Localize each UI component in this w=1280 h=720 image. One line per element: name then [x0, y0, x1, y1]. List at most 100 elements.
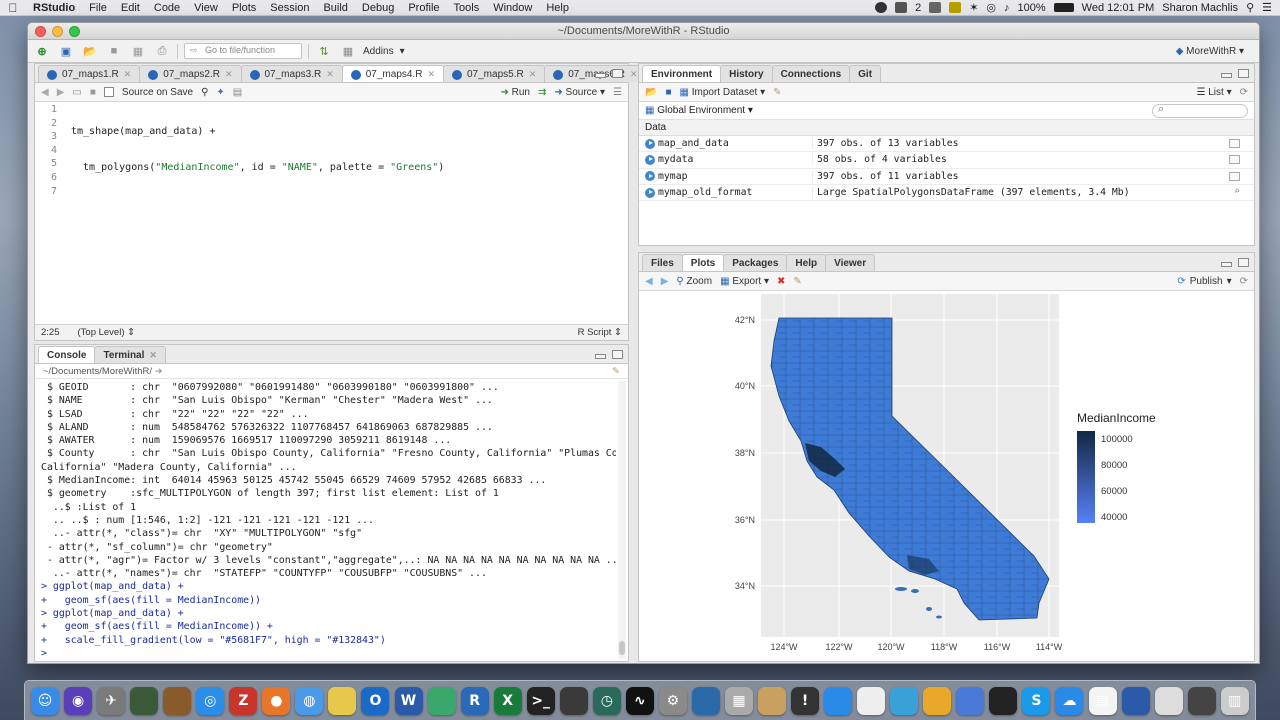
pane-layout-icon[interactable]: ▦	[339, 43, 357, 59]
bluetooth-icon[interactable]: ✶	[969, 1, 978, 14]
tab-console[interactable]: Console	[38, 346, 96, 363]
app-icon[interactable]	[890, 686, 919, 715]
menu-code[interactable]: Code	[147, 2, 187, 14]
trash-icon[interactable]: ▥	[1220, 686, 1249, 715]
menu-view[interactable]: View	[187, 2, 225, 14]
tab-files[interactable]: Files	[642, 254, 683, 271]
activity-icon[interactable]: ∿	[625, 686, 654, 715]
minimize-window-button[interactable]	[52, 25, 63, 37]
app-icon[interactable]	[824, 686, 853, 715]
vcs-icon[interactable]: ⇅	[315, 43, 333, 59]
notification-center-icon[interactable]: ☰	[1262, 1, 1272, 14]
expand-icon[interactable]	[645, 154, 655, 165]
close-icon[interactable]: ✕	[225, 69, 233, 82]
app-icon[interactable]	[1121, 686, 1150, 715]
menu-tools[interactable]: Tools	[447, 2, 487, 14]
menu-build[interactable]: Build	[316, 2, 354, 14]
onedrive-icon[interactable]: ☁	[1055, 686, 1084, 715]
menu-plots[interactable]: Plots	[225, 2, 263, 14]
finder-icon[interactable]: ☺	[31, 686, 59, 715]
close-icon[interactable]: ✕	[326, 69, 334, 82]
app-icon[interactable]	[989, 686, 1018, 715]
app-icon[interactable]	[559, 686, 588, 715]
scope-menu[interactable]: ▦ Global Environment ▾	[645, 105, 753, 116]
save-all-icon[interactable]: ▦	[129, 43, 147, 59]
refresh-icon[interactable]: ⟳	[1240, 276, 1248, 287]
view-mode-menu[interactable]: ☰ List ▾	[1196, 87, 1231, 98]
back-arrow-icon[interactable]: ◀	[41, 87, 49, 98]
filezilla-icon[interactable]: Z	[229, 686, 258, 715]
wifi-icon[interactable]: ◎	[986, 1, 996, 14]
compile-report-icon[interactable]: ▤	[233, 87, 242, 98]
chevron-down-icon[interactable]: ▾	[400, 46, 405, 57]
project-menu[interactable]: ◆ MoreWithR ▾	[1176, 46, 1254, 57]
menu-help[interactable]: Help	[539, 2, 576, 14]
menu-profile[interactable]: Profile	[401, 2, 446, 14]
environment-row[interactable]: mymap 397 obs. of 11 variables	[639, 169, 1254, 185]
close-icon[interactable]: ✕	[124, 69, 132, 82]
addins-menu[interactable]: Addins	[363, 46, 394, 57]
app-icon[interactable]	[328, 686, 357, 715]
save-icon[interactable]: ■	[105, 43, 123, 59]
tab-history[interactable]: History	[720, 65, 773, 82]
scroll-thumb[interactable]	[619, 641, 625, 655]
console-output[interactable]: $ GEOID : chr "0607992080" "0601991480" …	[35, 381, 616, 661]
tab-git[interactable]: Git	[849, 65, 882, 82]
code-editor[interactable]: 1 2 3 4 5 6 7 tm_shape(map_and_data) + t…	[35, 103, 628, 324]
run-button[interactable]: ➜ Run	[500, 87, 530, 98]
grid-icon[interactable]	[1229, 155, 1240, 165]
menu-app[interactable]: RStudio	[26, 2, 82, 14]
calculator-icon[interactable]: ▦	[724, 686, 753, 715]
minimize-pane-button[interactable]	[595, 354, 606, 359]
magic-wand-icon[interactable]: ✦	[216, 87, 224, 98]
tab-editor-file-active[interactable]: 07_maps4.R ✕	[341, 65, 444, 82]
show-in-window-icon[interactable]: ▭	[72, 87, 81, 98]
tab-editor-file[interactable]: 07_maps5.R ✕	[443, 65, 546, 82]
close-icon[interactable]: ✕	[529, 69, 537, 82]
zoom-window-button[interactable]	[69, 25, 80, 37]
environment-row[interactable]: map_and_data 397 obs. of 13 variables	[639, 136, 1254, 153]
menu-file[interactable]: File	[82, 2, 114, 14]
tab-editor-file[interactable]: 07_maps2.R ✕	[139, 65, 242, 82]
minimize-pane-button[interactable]	[1221, 73, 1232, 78]
maximize-pane-button[interactable]	[1238, 258, 1249, 267]
firefox-icon[interactable]: ●	[262, 686, 291, 715]
publish-button[interactable]: ⟳ Publish ▾	[1177, 276, 1231, 287]
console-icon[interactable]: !	[791, 686, 820, 715]
app-icon[interactable]	[956, 686, 985, 715]
zoom-button[interactable]: ⚲ Zoom	[676, 276, 712, 287]
scope-menu[interactable]: (Top Level) ⇕	[78, 327, 136, 338]
rstudio-icon[interactable]: R	[460, 686, 489, 715]
broom-icon[interactable]: ✎	[793, 276, 801, 287]
expand-icon[interactable]	[645, 138, 655, 149]
battery-percent[interactable]: 100%	[1018, 2, 1046, 14]
search-icon[interactable]: ⚲	[201, 87, 208, 98]
open-file-icon[interactable]: 📂	[81, 43, 99, 59]
maximize-pane-button[interactable]	[1238, 69, 1249, 78]
broom-icon[interactable]: ✎	[612, 366, 620, 377]
dropbox-icon[interactable]	[895, 2, 908, 13]
tab-viewer[interactable]: Viewer	[825, 254, 876, 271]
save-workspace-icon[interactable]: ■	[665, 87, 671, 98]
refresh-icon[interactable]: ⟳	[1240, 87, 1248, 98]
filetype-menu[interactable]: R Script ⇕	[578, 327, 622, 338]
next-plot-icon[interactable]: ▶	[661, 276, 669, 287]
tab-connections[interactable]: Connections	[771, 65, 851, 82]
environment-search-input[interactable]	[1152, 103, 1248, 118]
expand-icon[interactable]	[645, 171, 655, 182]
app-icon[interactable]	[857, 686, 886, 715]
close-window-button[interactable]	[35, 25, 46, 37]
import-dataset-button[interactable]: ▦ Import Dataset ▾	[680, 87, 766, 98]
time-machine-icon[interactable]: ◷	[592, 686, 621, 715]
word-icon[interactable]: W	[394, 686, 423, 715]
app-icon[interactable]	[163, 686, 192, 715]
expand-icon[interactable]	[645, 187, 655, 198]
minimize-pane-button[interactable]	[595, 73, 606, 78]
go-to-file-input[interactable]: Go to file/function	[184, 43, 302, 59]
outline-icon[interactable]: ☰	[613, 87, 622, 98]
app-icon[interactable]	[130, 686, 159, 715]
excel-icon[interactable]: X	[493, 686, 522, 715]
menu-edit[interactable]: Edit	[114, 2, 147, 14]
export-button[interactable]: ▦ Export ▾	[720, 276, 769, 287]
chrome-icon[interactable]: ◍	[295, 686, 324, 715]
